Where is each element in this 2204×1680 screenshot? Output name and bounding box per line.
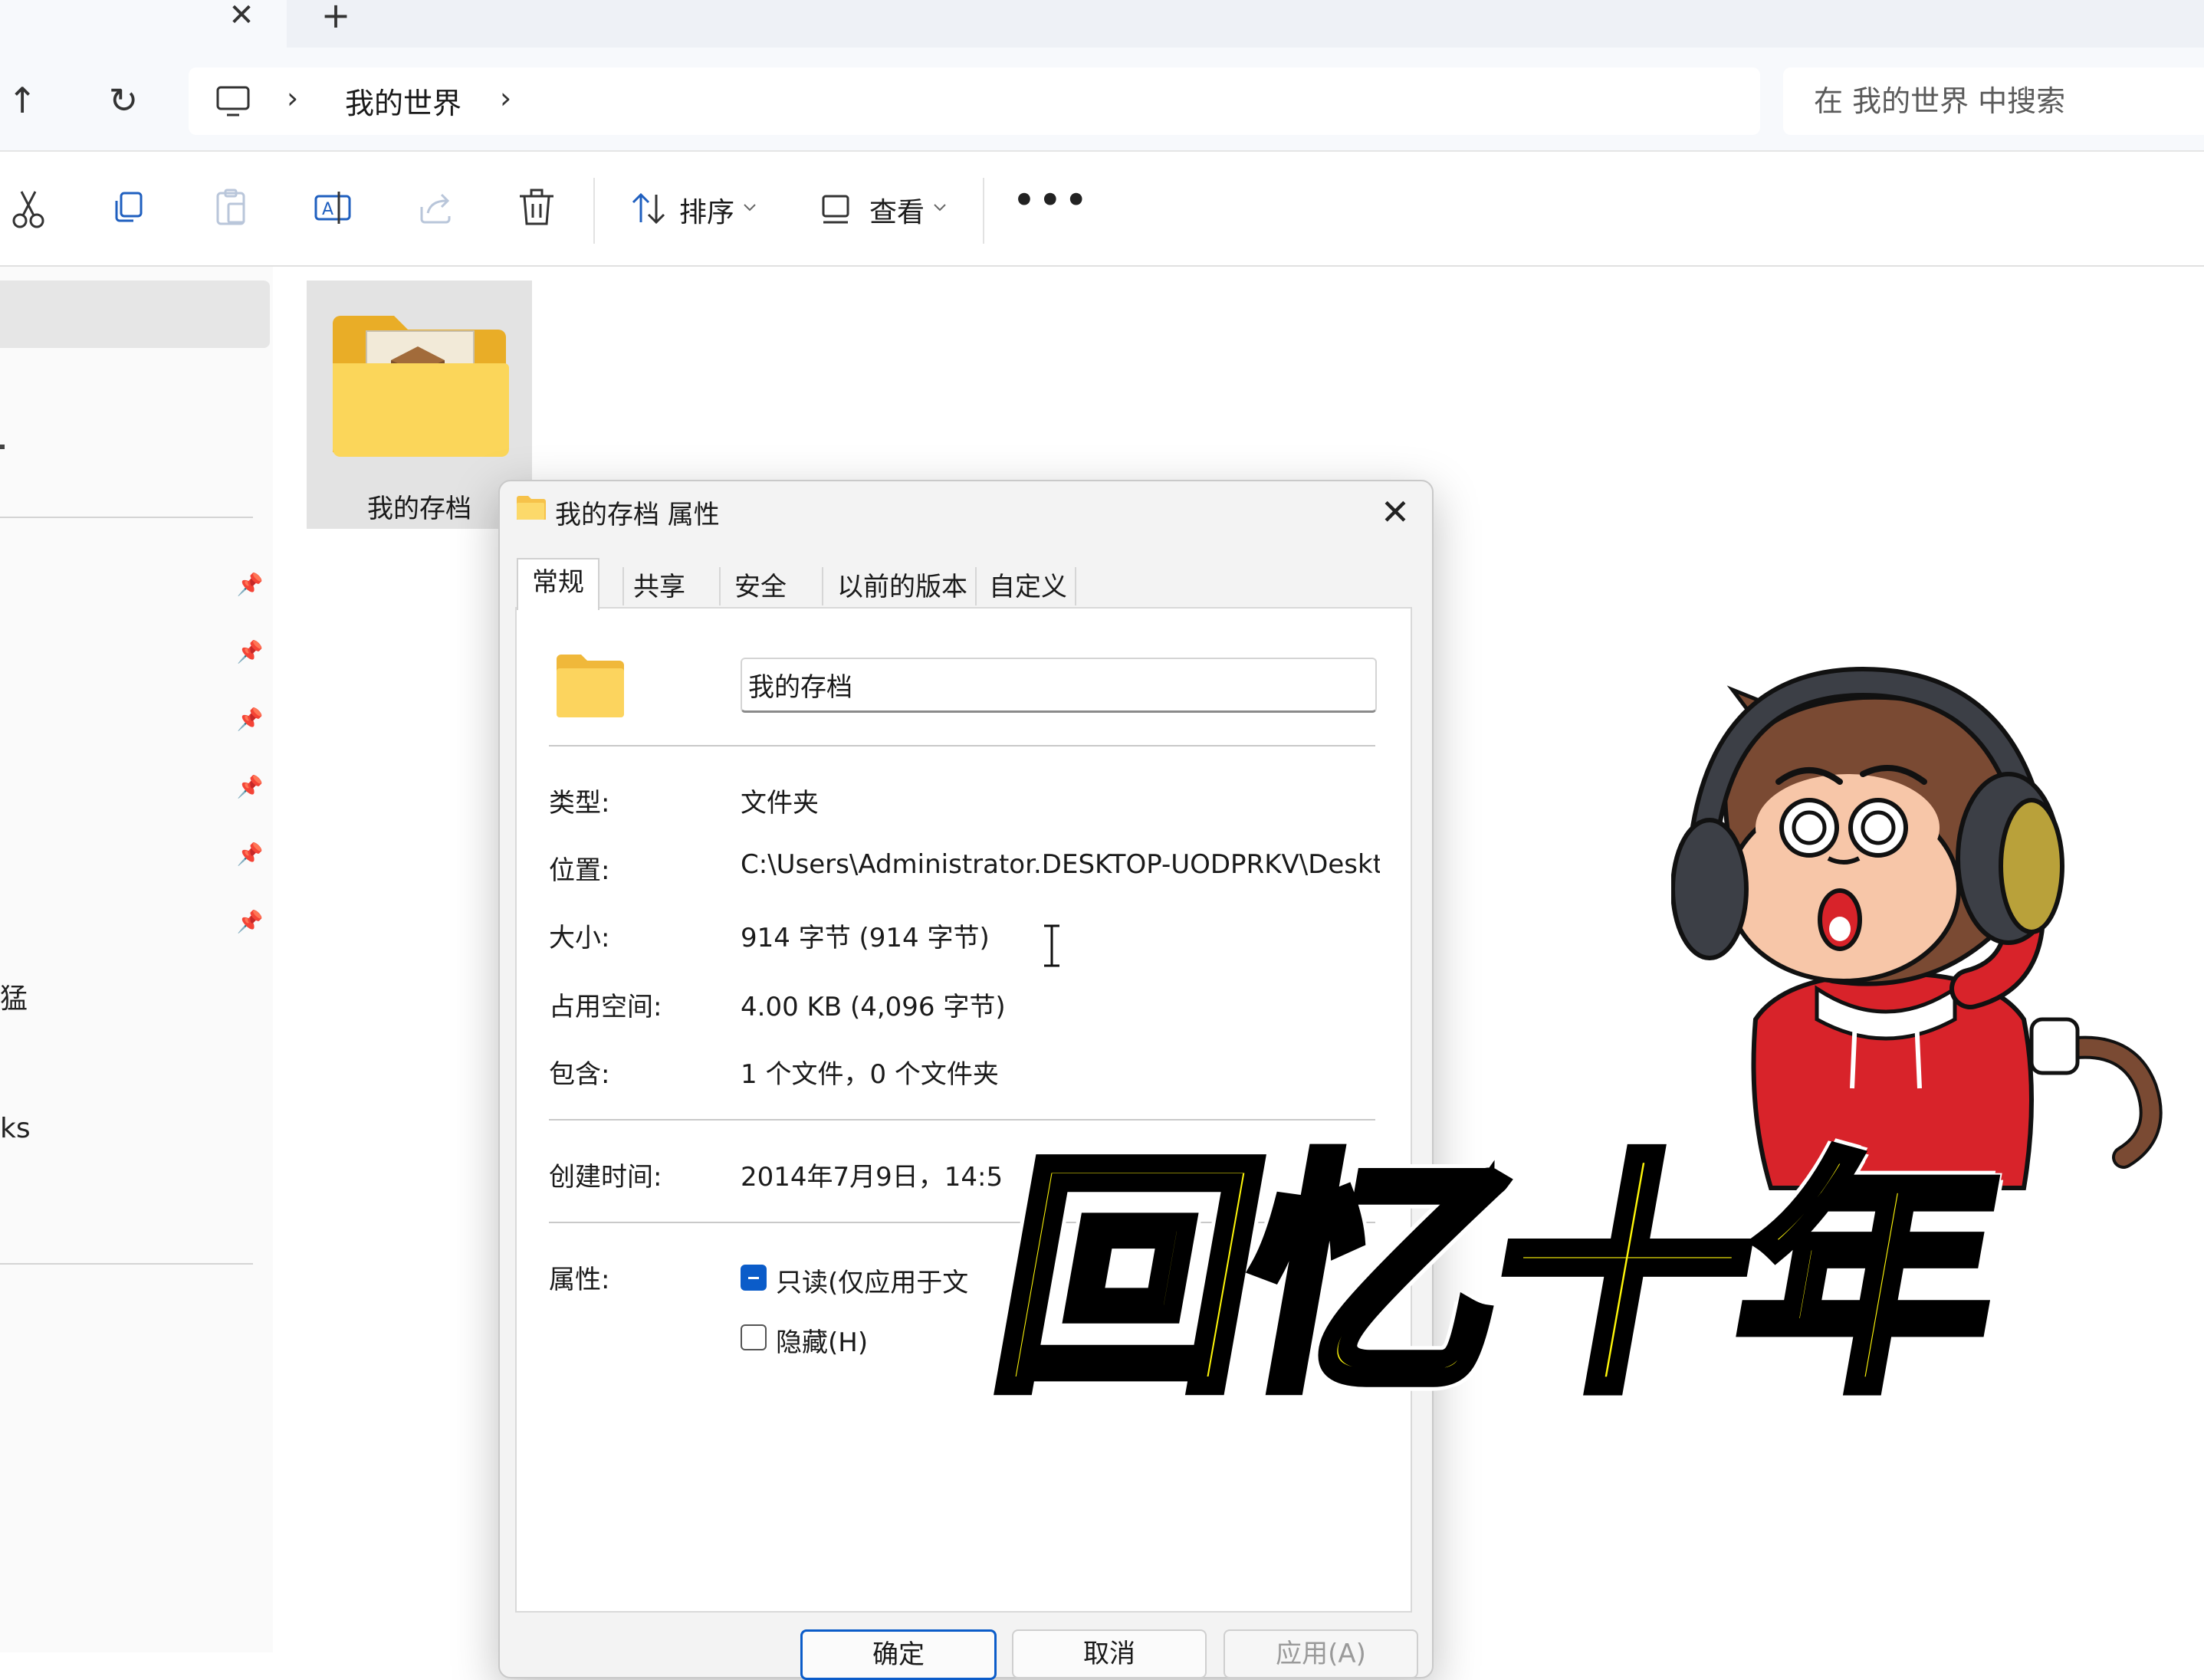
view-label: 查看 (869, 197, 925, 228)
location-value: C:\Users\Administrator.DESKTOP-UODPRKV\D… (741, 849, 1380, 880)
text-cursor-icon (1044, 924, 1059, 967)
tab-separator (1075, 567, 1076, 605)
apply-button[interactable]: 应用(A) (1224, 1629, 1418, 1678)
search-box[interactable] (1783, 67, 2204, 135)
hidden-checkbox[interactable] (741, 1324, 767, 1350)
tab-sharing[interactable]: 共享 (622, 564, 696, 607)
paste-icon[interactable] (204, 181, 259, 236)
navigation-pane (0, 267, 273, 1652)
type-value: 文件夹 (741, 788, 819, 819)
cancel-button[interactable]: 取消 (1012, 1629, 1207, 1678)
tab-security[interactable]: 安全 (724, 564, 797, 607)
pin-icon[interactable]: 📌 (236, 639, 264, 667)
this-pc-icon[interactable] (215, 83, 253, 121)
copy-icon[interactable] (101, 181, 156, 236)
chevron-down-icon (934, 204, 946, 212)
breadcrumb-separator[interactable]: › (287, 81, 298, 115)
new-tab-button[interactable]: + (317, 0, 354, 34)
delete-icon[interactable] (509, 181, 564, 236)
chevron-down-icon (744, 204, 756, 212)
pin-icon[interactable]: 📌 (236, 842, 264, 869)
close-icon[interactable]: ✕ (1372, 489, 1418, 535)
sort-label: 排序 (679, 197, 735, 228)
view-button[interactable]: 查看 (813, 181, 966, 236)
pin-icon[interactable]: 📌 (236, 909, 264, 937)
refresh-icon[interactable]: ↻ (97, 74, 150, 127)
tab-customize[interactable]: 自定义 (978, 564, 1078, 607)
ok-button[interactable]: 确定 (800, 1629, 997, 1680)
pin-icon[interactable]: 📌 (236, 707, 264, 734)
folder-small-icon (517, 496, 546, 520)
toolbar-divider (593, 178, 595, 244)
rename-icon[interactable]: A (305, 181, 360, 236)
view-icon (822, 195, 849, 224)
size-value: 914 字节 (914 字节) (741, 923, 990, 953)
folder-name-field[interactable] (741, 658, 1377, 713)
breadcrumb-item[interactable]: 我的世界 (345, 80, 461, 122)
tab-separator (975, 567, 977, 605)
contains-value: 1 个文件，0 个文件夹 (741, 1059, 999, 1090)
tab-general[interactable]: 常规 (517, 558, 599, 610)
nav-item-label[interactable]: 猛 (0, 976, 28, 1016)
nav-divider (0, 517, 253, 518)
dialog-title: 我的存档 属性 (555, 500, 720, 530)
nav-divider (0, 1263, 253, 1265)
size-label: 大小: (549, 923, 610, 953)
tab-separator (822, 567, 823, 605)
overlay-caption: 回忆十年 (937, 1087, 2056, 1485)
svg-text:A: A (322, 200, 333, 219)
type-label: 类型: (549, 788, 610, 819)
sort-button[interactable]: 排序 (622, 181, 822, 236)
search-input[interactable] (1814, 67, 2197, 135)
attributes-label: 属性: (549, 1265, 610, 1295)
readonly-checkbox[interactable] (741, 1265, 767, 1291)
nav-item-fragment (0, 445, 5, 449)
pin-icon[interactable]: 📌 (236, 774, 264, 802)
folder-large-icon (333, 316, 509, 457)
created-label: 创建时间: (549, 1162, 662, 1193)
contains-label: 包含: (549, 1059, 610, 1090)
nav-item-label[interactable]: ks (0, 1113, 31, 1144)
cut-icon[interactable] (2, 181, 57, 236)
folder-icon (557, 655, 624, 717)
share-icon[interactable] (408, 181, 463, 236)
pin-icon[interactable]: 📌 (236, 572, 264, 599)
size-on-disk-label: 占用空间: (549, 992, 662, 1022)
close-tab-icon[interactable]: ✕ (224, 0, 259, 34)
sort-icon (632, 192, 665, 225)
location-label: 位置: (549, 855, 610, 886)
hidden-label[interactable]: 隐藏(H) (776, 1321, 868, 1359)
nav-selected-item[interactable] (0, 281, 270, 348)
caption-text: 回忆十年 (971, 1126, 2022, 1431)
size-on-disk-value: 4.00 KB (4,096 字节) (741, 992, 1006, 1022)
tab-previous-versions[interactable]: 以前的版本 (826, 564, 978, 607)
breadcrumb-separator[interactable]: › (500, 81, 511, 115)
tab-separator (719, 567, 721, 605)
dialog-divider (549, 745, 1375, 746)
more-options-button[interactable]: ••• (1012, 180, 1089, 236)
toolbar-divider (983, 178, 984, 244)
up-arrow-icon[interactable]: ↑ (0, 74, 49, 127)
